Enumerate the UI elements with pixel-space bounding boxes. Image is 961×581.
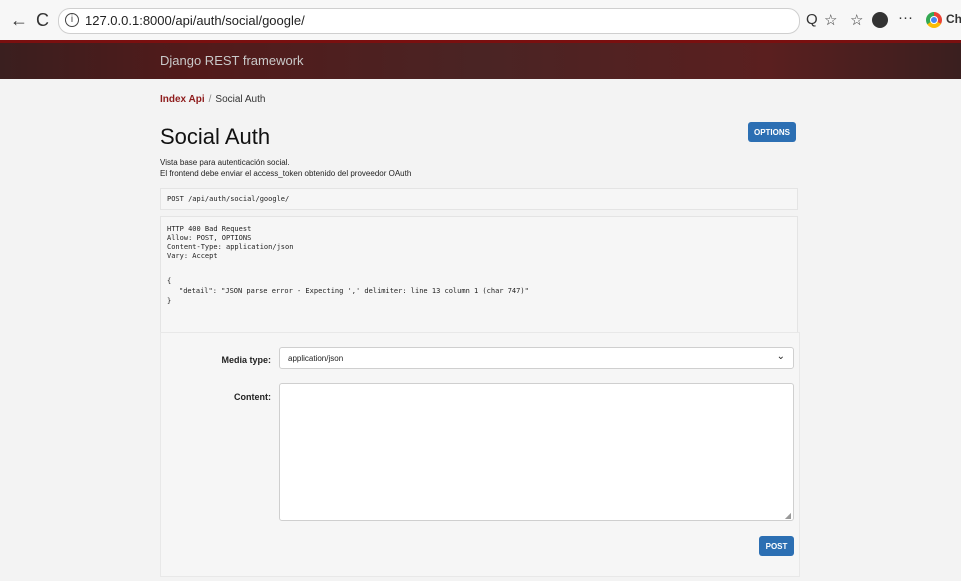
description-line-2: El frontend debe enviar el access_token … — [160, 169, 412, 178]
content-label: Content: — [234, 392, 271, 402]
response-content-type-header: Content-Type: application/json — [167, 243, 294, 251]
request-line: POST /api/auth/social/google/ — [167, 195, 290, 203]
media-type-select[interactable]: application/json ⌄ — [279, 347, 794, 369]
favorite-star-icon[interactable]: ☆ — [824, 11, 837, 29]
profile-label[interactable]: Ch — [946, 12, 961, 26]
profile-avatar[interactable] — [872, 12, 888, 28]
zoom-icon[interactable]: Q — [806, 11, 818, 28]
reload-icon[interactable]: C — [36, 10, 49, 31]
response-body-open: { — [167, 277, 172, 285]
breadcrumb: Index Api / Social Auth — [160, 94, 265, 105]
response-status: HTTP 400 Bad Request — [167, 225, 252, 233]
address-bar[interactable]: i 127.0.0.1:8000/api/auth/social/google/ — [58, 8, 800, 34]
chrome-logo-icon[interactable] — [926, 12, 942, 28]
url-text[interactable]: 127.0.0.1:8000/api/auth/social/google/ — [85, 13, 305, 28]
response-body-close: } — [167, 297, 172, 305]
resize-handle-icon[interactable]: ◢ — [785, 511, 791, 520]
request-info: POST /api/auth/social/google/ — [160, 188, 798, 210]
response-detail: "detail": "JSON parse error - Expecting … — [179, 287, 529, 295]
post-button[interactable]: POST — [759, 536, 794, 556]
drf-navbar: Django REST framework — [0, 40, 961, 79]
media-type-label: Media type: — [221, 355, 271, 365]
media-type-value: application/json — [288, 354, 344, 363]
browser-toolbar: ← C i 127.0.0.1:8000/api/auth/social/goo… — [0, 0, 961, 41]
more-menu-icon[interactable]: ··· — [898, 9, 913, 26]
breadcrumb-separator: / — [208, 94, 212, 105]
description-line-1: Vista base para autenticación social. — [160, 158, 290, 167]
main-content: Index Api / Social Auth Social Auth OPTION… — [148, 80, 818, 581]
breadcrumb-root-link[interactable]: Index Api — [160, 94, 205, 105]
response-vary-header: Vary: Accept — [167, 252, 218, 260]
options-button[interactable]: OPTIONS — [748, 122, 796, 142]
site-info-icon[interactable]: i — [65, 13, 79, 27]
content-textarea[interactable]: ◢ — [279, 383, 794, 521]
collections-star-icon[interactable]: ☆ — [850, 11, 863, 29]
chevron-down-icon: ⌄ — [776, 351, 785, 362]
breadcrumb-current: Social Auth — [215, 94, 266, 105]
response-allow-header: Allow: POST, OPTIONS — [167, 234, 252, 242]
content-form: Media type: application/json ⌄ Content: … — [160, 332, 800, 577]
page-title: Social Auth — [160, 124, 271, 149]
navbar-brand[interactable]: Django REST framework — [160, 53, 304, 68]
back-arrow-icon[interactable]: ← — [10, 10, 28, 31]
